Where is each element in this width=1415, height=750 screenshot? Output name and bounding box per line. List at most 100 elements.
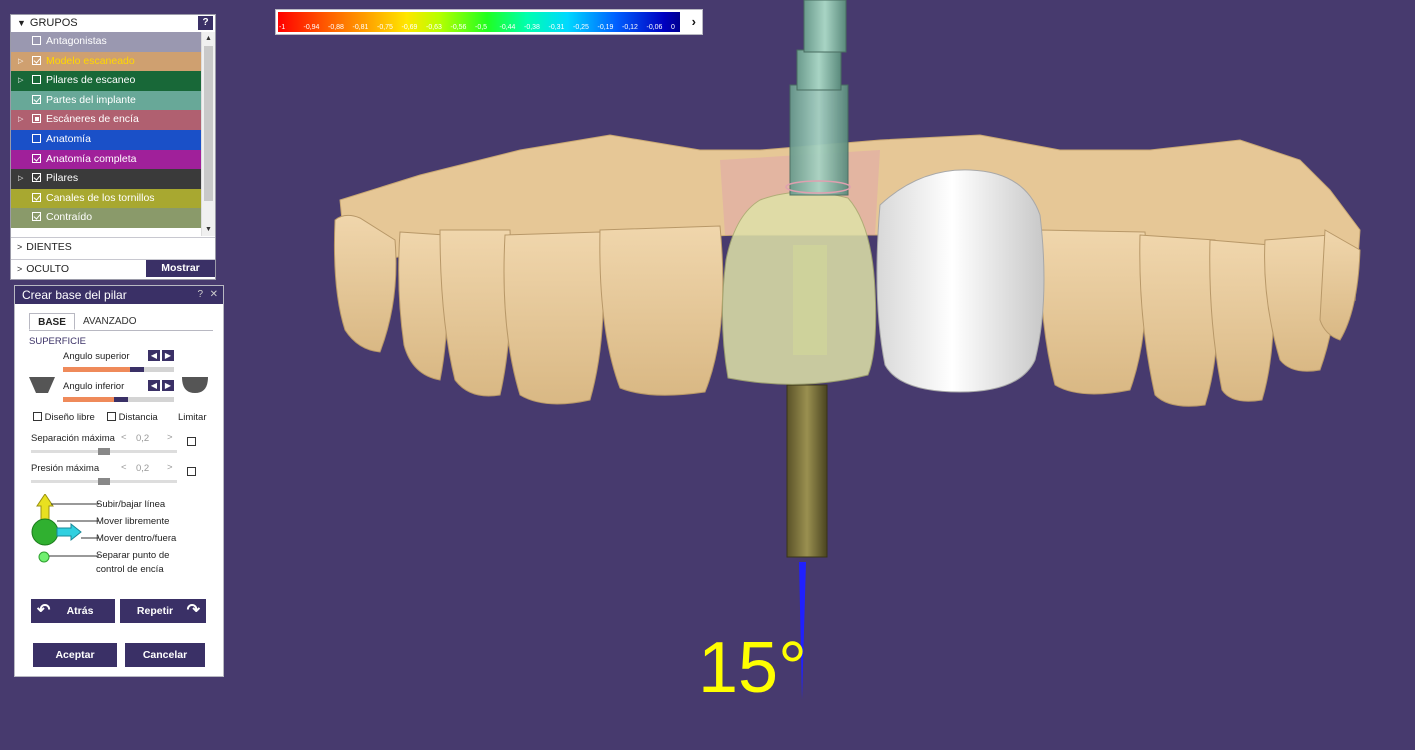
presion-slider-handle[interactable]	[98, 478, 110, 485]
aceptar-button[interactable]: Aceptar	[33, 643, 117, 667]
groups-scrollbar[interactable]: ▲ ▼	[201, 32, 215, 236]
scale-next-button[interactable]: ›	[692, 14, 696, 29]
presion-value[interactable]: 0,2	[136, 463, 149, 474]
scroll-thumb[interactable]	[204, 46, 213, 201]
group-item[interactable]: ▷ Pilares de escaneo	[11, 71, 203, 91]
group-visibility-checkbox[interactable]	[32, 75, 41, 85]
chevron-down-icon: ▼	[17, 18, 26, 28]
group-visibility-checkbox[interactable]	[32, 133, 41, 143]
redo-icon: ↷	[186, 602, 200, 619]
group-label: Anatomía	[46, 132, 91, 145]
scale-tick-label: -0,75	[377, 24, 393, 31]
mostrar-button[interactable]: Mostrar	[146, 260, 215, 277]
tab-base[interactable]: BASE	[29, 313, 75, 330]
separacion-slider-handle[interactable]	[98, 448, 110, 455]
group-visibility-checkbox[interactable]	[32, 114, 41, 124]
scale-tick-label: -0,81	[352, 24, 369, 31]
scale-tick-label: 0	[671, 24, 675, 31]
section-dientes[interactable]: > DIENTES	[11, 237, 215, 255]
upper-angle-shape-icon	[29, 377, 55, 393]
group-item[interactable]: Canales de los tornillos	[11, 188, 203, 209]
angulo-inferior-marker[interactable]	[114, 397, 128, 402]
distance-color-scale: -1 -0,94 -0,88 -0,81 -0,75 -0,69 -0,63 -0,56 -0,…	[275, 9, 703, 35]
atras-label: Atrás	[66, 605, 94, 617]
presion-decrease[interactable]: <	[121, 462, 127, 473]
group-item[interactable]: ▷ Pilares	[11, 169, 203, 189]
section-oculto[interactable]: > OCULTO Mostrar	[11, 259, 215, 277]
scale-tick-label: -0,5	[475, 24, 488, 31]
expand-arrow-icon[interactable]: ▷	[18, 110, 23, 130]
group-item[interactable]: Contraído	[11, 208, 203, 228]
groups-panel: ▼ GRUPOS ? Antagonistas ▷ Modelo escaneado ▷…	[10, 14, 216, 280]
group-label: Escáneres de encía	[46, 113, 139, 126]
expand-arrow-icon[interactable]: ▷	[18, 169, 23, 189]
group-visibility-checkbox[interactable]	[32, 173, 41, 183]
angulo-superior-bar[interactable]	[63, 367, 174, 372]
group-visibility-checkbox[interactable]	[32, 94, 41, 104]
distancia-option[interactable]: Distancia	[107, 412, 158, 423]
panel-title: Crear base del pilar	[22, 288, 127, 302]
angulo-superior-fill	[63, 367, 130, 372]
separacion-limit-checkbox[interactable]	[187, 437, 196, 446]
presion-limit-checkbox[interactable]	[187, 467, 196, 476]
presion-slider[interactable]	[31, 478, 177, 485]
angulo-superior-label: Angulo superior	[63, 351, 130, 362]
undo-icon: ↶	[37, 602, 51, 619]
angulo-superior-decrease[interactable]: ◀	[148, 350, 160, 361]
crown-restoration[interactable]	[876, 169, 1045, 393]
group-visibility-checkbox[interactable]	[32, 192, 41, 202]
group-item[interactable]: ▷ Modelo escaneado	[11, 51, 203, 72]
groups-list: Antagonistas ▷ Modelo escaneado ▷ Pilares de…	[11, 32, 203, 236]
group-visibility-checkbox[interactable]	[32, 212, 41, 222]
scale-ticks: -1 -0,94 -0,88 -0,81 -0,75 -0,69 -0,63 -0,56 -0,…	[278, 24, 680, 33]
group-item[interactable]: Anatomía	[11, 129, 203, 150]
tab-avanzado[interactable]: AVANZADO	[83, 313, 137, 330]
scroll-up-icon[interactable]: ▲	[202, 32, 215, 45]
scale-tick-label: -0,88	[328, 24, 344, 31]
group-item[interactable]: Antagonistas	[11, 32, 203, 52]
separacion-increase[interactable]: >	[167, 432, 173, 443]
group-label: Modelo escaneado	[46, 54, 135, 67]
groups-header[interactable]: ▼ GRUPOS ?	[11, 15, 215, 33]
angulo-inferior-increase[interactable]: ▶	[162, 380, 174, 391]
scale-tick-label: -1	[279, 24, 286, 31]
atras-button[interactable]: ↶ Atrás	[31, 599, 115, 623]
expand-arrow-icon[interactable]: ▷	[18, 52, 23, 72]
group-visibility-checkbox[interactable]	[32, 36, 41, 45]
angulo-inferior-bar[interactable]	[63, 397, 174, 402]
panel-help-button[interactable]: ?	[197, 286, 203, 304]
separacion-value[interactable]: 0,2	[136, 433, 149, 444]
presion-increase[interactable]: >	[167, 462, 173, 473]
panel-tabs: BASE AVANZADO	[29, 313, 213, 331]
scale-tick-label: -0,12	[622, 24, 638, 31]
angulo-superior-marker[interactable]	[130, 367, 144, 372]
close-icon[interactable]: ✕	[210, 286, 218, 304]
section-superficie: SUPERFICIE	[29, 336, 87, 347]
scale-tick-label: -0,94	[303, 24, 320, 31]
diseno-libre-checkbox[interactable]	[33, 412, 42, 421]
separacion-label: Separación máxima	[31, 433, 115, 444]
separacion-slider[interactable]	[31, 448, 177, 455]
diseno-libre-option[interactable]: Diseño libre	[33, 412, 95, 423]
repetir-button[interactable]: Repetir ↷	[120, 599, 206, 623]
scroll-down-icon[interactable]: ▼	[202, 223, 215, 236]
group-item[interactable]: Partes del implante	[11, 90, 203, 111]
separacion-decrease[interactable]: <	[121, 432, 127, 443]
angulo-superior-increase[interactable]: ▶	[162, 350, 174, 361]
expand-arrow-icon[interactable]: ▷	[18, 71, 23, 91]
angulo-inferior-decrease[interactable]: ◀	[148, 380, 160, 391]
group-visibility-checkbox[interactable]	[32, 55, 41, 65]
create-abutment-base-panel: Crear base del pilar ? ✕ BASE AVANZADO S…	[14, 285, 224, 677]
group-visibility-checkbox[interactable]	[32, 153, 41, 163]
group-item[interactable]: ▷ Escáneres de encía	[11, 110, 203, 130]
chevron-right-icon: >	[17, 242, 23, 252]
legend-separar-2: control de encía	[96, 564, 164, 575]
group-label: Pilares de escaneo	[46, 74, 136, 87]
group-item[interactable]: Anatomía completa	[11, 149, 203, 170]
cancelar-button[interactable]: Cancelar	[125, 643, 205, 667]
angle-readout: 15°	[698, 628, 807, 708]
distancia-checkbox[interactable]	[107, 412, 116, 421]
help-button[interactable]: ?	[198, 16, 213, 30]
legend-separar-1: Separar punto de	[96, 550, 170, 561]
implant-abutment[interactable]	[721, 0, 877, 558]
